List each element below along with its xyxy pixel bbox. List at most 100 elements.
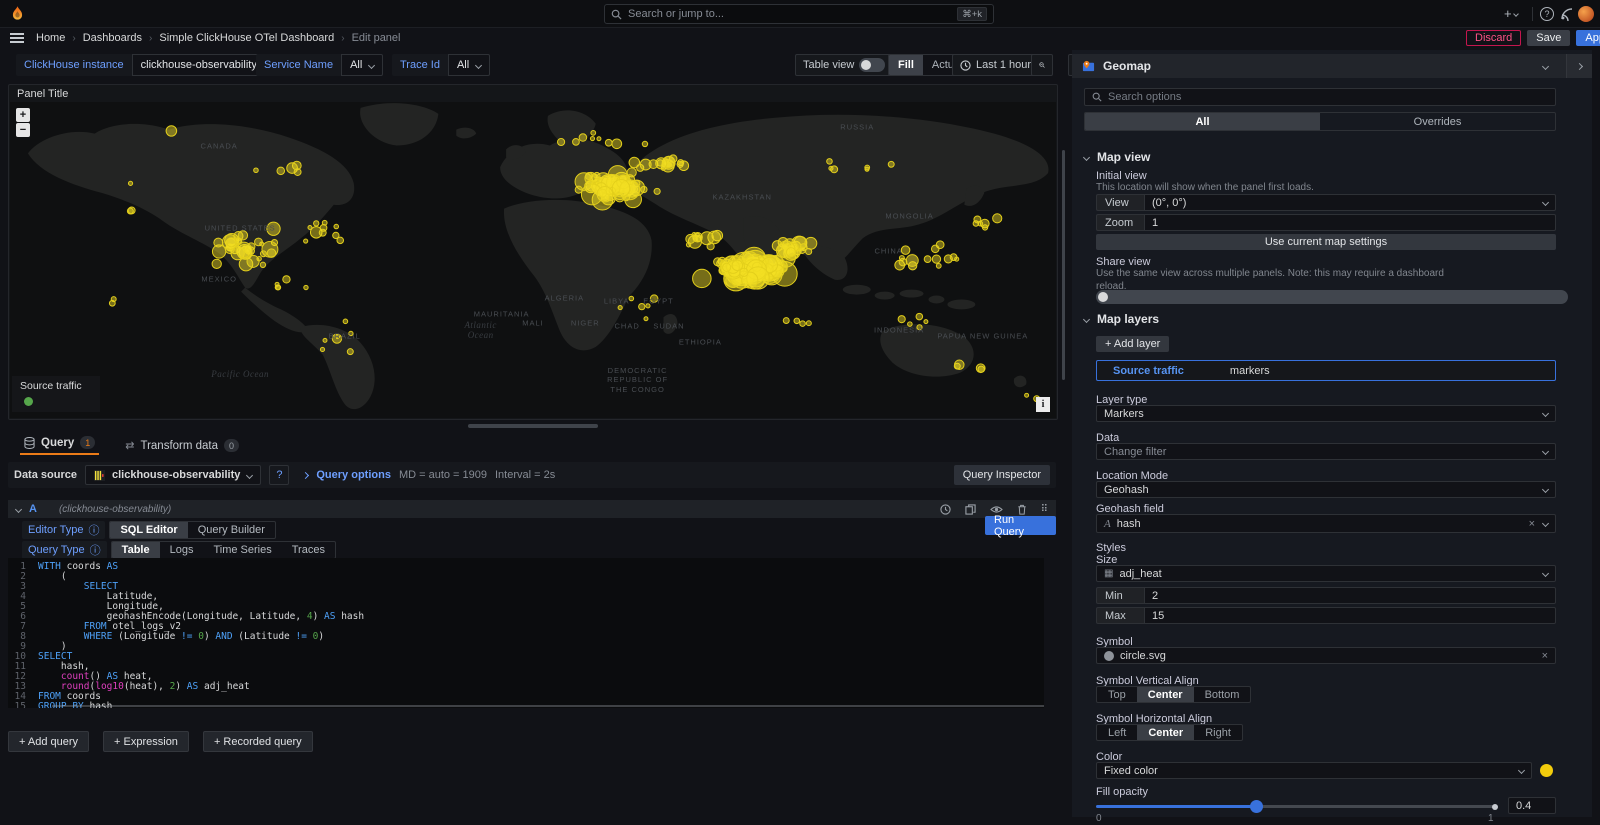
code-scrollbar[interactable] bbox=[52, 705, 1044, 707]
query-builder-option[interactable]: Query Builder bbox=[188, 522, 275, 538]
avatar[interactable] bbox=[1578, 6, 1594, 22]
variable-service-name: Service Name All bbox=[256, 54, 383, 76]
layer-type-select[interactable]: Markers bbox=[1096, 405, 1556, 422]
share-view-toggle[interactable] bbox=[1096, 290, 1568, 304]
history-icon[interactable] bbox=[940, 504, 951, 515]
recorded-query-button[interactable]: + Recorded query bbox=[203, 731, 313, 752]
code-line[interactable]: 8 WHERE (Longitude != 0) AND (Latitude !… bbox=[8, 632, 1044, 642]
expression-button[interactable]: + Expression bbox=[103, 731, 189, 752]
code-line[interactable]: 1WITH coords AS bbox=[8, 562, 1044, 572]
query-inspector-button[interactable]: Query Inspector bbox=[954, 465, 1050, 485]
traces-option[interactable]: Traces bbox=[282, 542, 335, 558]
map-canvas[interactable]: RUSSIACANADAUNITED STATESMEXICOBRAZILKAZ… bbox=[10, 102, 1056, 418]
location-mode-select[interactable]: Geohash bbox=[1096, 481, 1556, 498]
breadcrumb-dashboards[interactable]: Dashboards bbox=[83, 32, 142, 44]
main-scrollbar[interactable] bbox=[1062, 150, 1065, 380]
query-row-header[interactable]: A (clickhouse-observability) ⠿ bbox=[8, 500, 1056, 518]
save-button[interactable]: Save bbox=[1527, 30, 1570, 46]
options-header[interactable]: Geomap bbox=[1072, 54, 1592, 78]
use-current-map-settings-button[interactable]: Use current map settings bbox=[1096, 234, 1556, 250]
toggle-off[interactable] bbox=[859, 58, 885, 72]
left-option[interactable]: Left bbox=[1097, 725, 1137, 740]
tab-overrides[interactable]: Overrides bbox=[1320, 113, 1555, 130]
zoom-out-button[interactable] bbox=[1031, 54, 1053, 76]
datasource-picker[interactable]: clickhouse-observability bbox=[85, 465, 261, 485]
add-layer-button[interactable]: + Add layer bbox=[1096, 336, 1169, 352]
geohash-field-select[interactable]: A hash × bbox=[1096, 514, 1556, 533]
section-map-view[interactable]: Map view bbox=[1084, 150, 1556, 164]
clear-icon[interactable]: × bbox=[1529, 518, 1535, 530]
fill-option[interactable]: Fill bbox=[889, 55, 923, 75]
clear-icon[interactable]: × bbox=[1542, 650, 1548, 662]
table-view-toggle[interactable]: Table view bbox=[795, 54, 893, 76]
add-query-button[interactable]: + Add query bbox=[8, 731, 89, 752]
query-options-link[interactable]: Query options bbox=[316, 469, 391, 481]
size-field-select[interactable]: ▦ adj_heat bbox=[1096, 565, 1556, 582]
datasource-help-icon[interactable]: ? bbox=[269, 465, 289, 485]
panel-title[interactable]: Panel Title bbox=[17, 88, 68, 100]
code-line[interactable]: 14FROM coords bbox=[8, 692, 1044, 702]
color-select[interactable]: Fixed color bbox=[1096, 762, 1532, 779]
query-options-chevron-icon[interactable] bbox=[302, 471, 309, 478]
time-series-option[interactable]: Time Series bbox=[203, 542, 281, 558]
fill-opacity-value[interactable]: 0.4 bbox=[1508, 797, 1556, 814]
add-menu-button[interactable]: + bbox=[1504, 6, 1518, 21]
duplicate-icon[interactable] bbox=[965, 504, 976, 515]
table-option[interactable]: Table bbox=[112, 542, 160, 558]
apply-button[interactable]: Apply bbox=[1576, 30, 1600, 46]
query-count-badge: 1 bbox=[80, 436, 95, 449]
geomap-panel[interactable]: Panel Title bbox=[8, 84, 1058, 420]
panel-type-chevron-icon[interactable] bbox=[1542, 62, 1549, 69]
sql-editor-option[interactable]: SQL Editor bbox=[110, 522, 187, 538]
run-query-button[interactable]: Run Query bbox=[985, 516, 1056, 535]
help-icon[interactable]: ? bbox=[1540, 7, 1554, 21]
grafana-logo-icon[interactable] bbox=[9, 5, 26, 23]
code-line[interactable]: 11 hash, bbox=[8, 662, 1044, 672]
collapse-pane-button[interactable] bbox=[1566, 54, 1592, 78]
logs-option[interactable]: Logs bbox=[160, 542, 204, 558]
data-select[interactable]: Change filter bbox=[1096, 443, 1556, 460]
query-datasource-hint: (clickhouse-observability) bbox=[59, 504, 171, 515]
right-option[interactable]: Right bbox=[1194, 725, 1242, 740]
symbol-select[interactable]: circle.svg × bbox=[1096, 647, 1556, 664]
panel-resize-handle[interactable] bbox=[468, 424, 598, 428]
options-sidebar: Geomap Search options All Overrides Map … bbox=[1072, 50, 1592, 817]
tab-transform-data[interactable]: ⇄ Transform data 0 bbox=[125, 439, 239, 452]
section-map-layers[interactable]: Map layers bbox=[1084, 312, 1556, 326]
variable-value-dropdown[interactable]: All bbox=[448, 54, 490, 76]
breadcrumb-dashboard-name[interactable]: Simple ClickHouse OTel Dashboard bbox=[159, 32, 334, 44]
top-option[interactable]: Top bbox=[1097, 687, 1137, 702]
layer-kind: markers bbox=[1230, 365, 1270, 377]
center-option[interactable]: Center bbox=[1137, 725, 1194, 740]
code-line[interactable]: 9 ) bbox=[8, 642, 1044, 652]
view-select[interactable]: (0°, 0°) bbox=[1144, 194, 1556, 211]
tab-query[interactable]: Query 1 bbox=[24, 436, 95, 455]
zoom-input[interactable]: 1 bbox=[1144, 214, 1556, 231]
map-zoom-out-button[interactable]: − bbox=[16, 123, 30, 137]
tab-all[interactable]: All bbox=[1085, 113, 1320, 130]
global-search-input[interactable]: Search or jump to... ⌘+k bbox=[604, 4, 994, 24]
editor-type-label: Editor Typeⓘ bbox=[22, 521, 105, 539]
options-search-input[interactable]: Search options bbox=[1084, 88, 1556, 106]
bottom-option[interactable]: Bottom bbox=[1194, 687, 1251, 702]
variable-value-dropdown[interactable]: All bbox=[341, 54, 383, 76]
map-zoom-in-button[interactable]: + bbox=[16, 108, 30, 122]
min-input[interactable]: 2 bbox=[1144, 587, 1556, 604]
layer-item[interactable]: Source traffic markers bbox=[1096, 360, 1556, 381]
center-option[interactable]: Center bbox=[1137, 687, 1194, 702]
code-line[interactable]: 3 SELECT bbox=[8, 582, 1044, 592]
discard-button[interactable]: Discard bbox=[1466, 30, 1521, 46]
legend-title: Source traffic bbox=[20, 380, 92, 392]
map-attribution-button[interactable]: i bbox=[1036, 397, 1050, 412]
zoom-row: Zoom 1 bbox=[1096, 214, 1556, 231]
breadcrumb-home[interactable]: Home bbox=[36, 32, 65, 44]
max-input[interactable]: 15 bbox=[1144, 607, 1556, 624]
collapse-query-icon[interactable] bbox=[15, 505, 22, 512]
code-line[interactable]: 2 ( bbox=[8, 572, 1044, 582]
code-line[interactable]: 13 round(log10(heat), 2) AS adj_heat bbox=[8, 682, 1044, 692]
news-icon[interactable] bbox=[1560, 7, 1574, 24]
code-line[interactable]: 10SELECT bbox=[8, 652, 1044, 662]
sql-code[interactable]: 1WITH coords AS2 (3 SELECT4 Latitude,5 L… bbox=[8, 558, 1044, 708]
color-swatch[interactable] bbox=[1540, 764, 1553, 777]
menu-toggle-icon[interactable] bbox=[10, 33, 24, 43]
